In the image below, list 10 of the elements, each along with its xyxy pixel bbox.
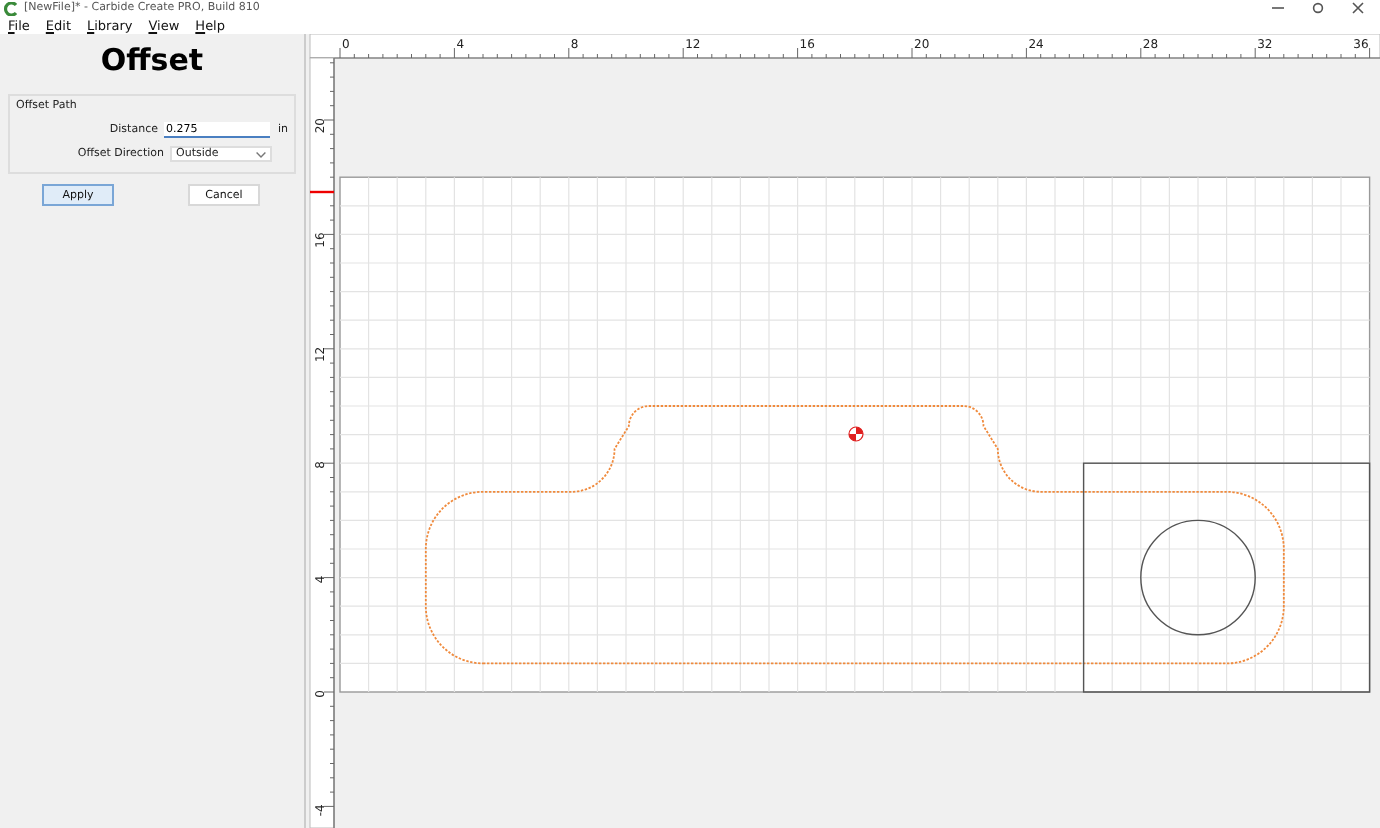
minimize-icon[interactable]	[1272, 2, 1284, 15]
rectangle-shape[interactable]	[1082, 462, 1371, 693]
app-icon	[4, 1, 18, 16]
position-marker	[310, 190, 334, 194]
close-icon[interactable]	[1352, 2, 1364, 15]
chevron-icon	[256, 151, 266, 157]
circle-shape[interactable]	[1140, 519, 1256, 636]
origin-target-icon	[848, 426, 864, 442]
restore-icon[interactable]	[1312, 2, 1324, 15]
panel-heading: Offset	[98, 42, 206, 78]
